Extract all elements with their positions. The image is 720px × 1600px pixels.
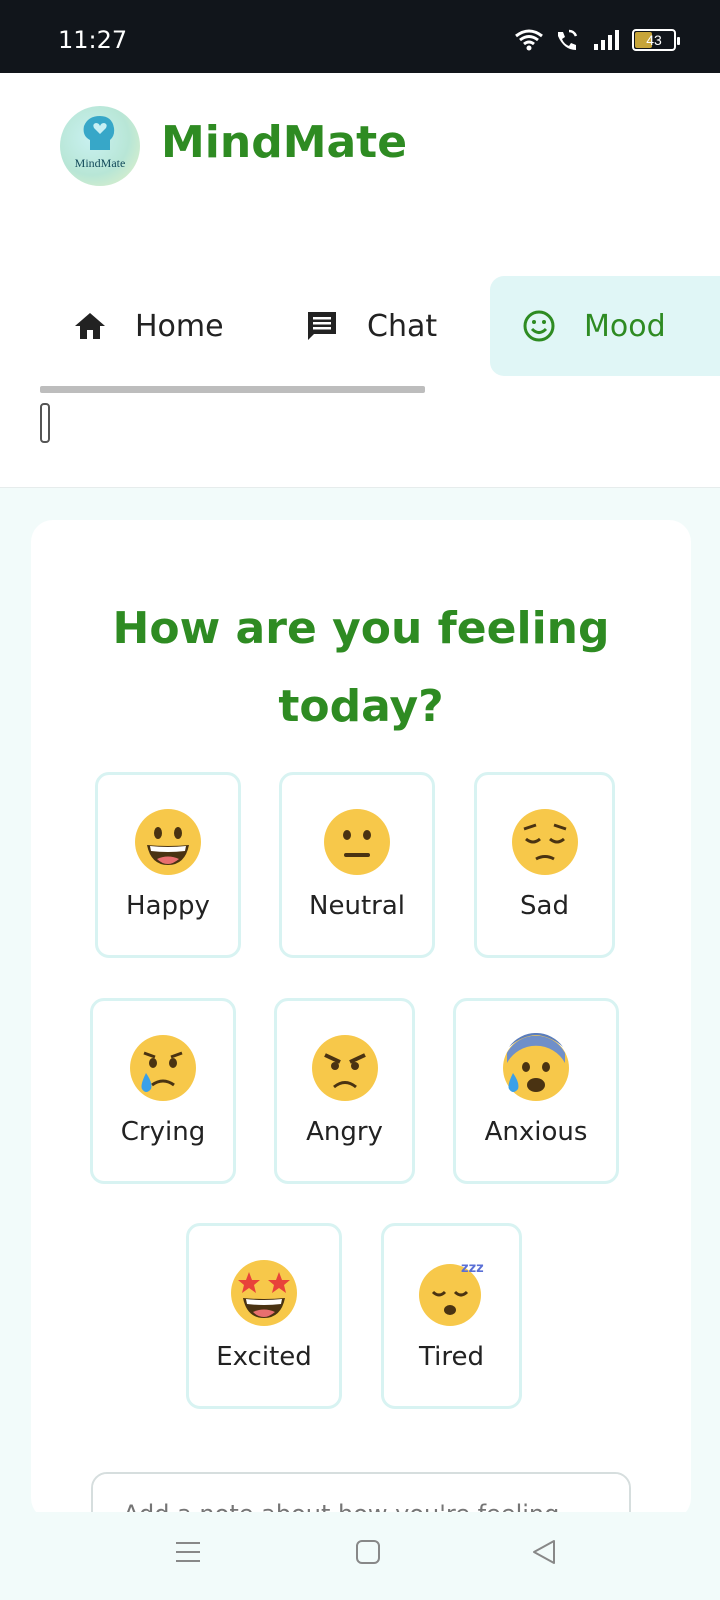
back-icon[interactable] <box>530 1538 558 1566</box>
svg-text:zzz: zzz <box>461 1261 484 1276</box>
wifi-call-icon <box>558 29 578 50</box>
mood-anxious-button[interactable]: Anxious <box>453 998 619 1184</box>
mood-label: Tired <box>419 1342 484 1372</box>
mood-tired-button[interactable]: zzz Tired <box>381 1223 522 1409</box>
signal-icon <box>594 30 619 50</box>
battery-level: 43 <box>646 32 662 48</box>
mood-angry-button[interactable]: Angry <box>274 998 415 1184</box>
system-nav-bar <box>0 1512 720 1600</box>
mood-label: Neutral <box>309 891 405 921</box>
chat-icon <box>308 312 336 340</box>
anxious-face-icon <box>503 1033 569 1101</box>
logo-text: MindMate <box>74 156 126 170</box>
pensive-face-icon <box>511 809 578 875</box>
mood-excited-button[interactable]: Excited <box>186 1223 342 1409</box>
tab-scrollbar[interactable] <box>40 386 425 393</box>
menu-icon[interactable] <box>174 1538 202 1566</box>
app-header: MindMate MindMate Home Chat Mood <box>0 73 720 488</box>
neutral-face-icon <box>324 809 390 875</box>
scroll-handle[interactable] <box>40 403 50 443</box>
wifi-icon <box>515 29 543 51</box>
status-time: 11:27 <box>58 26 128 54</box>
mood-card: How are you feeling today? Happy Neutral <box>31 520 691 1542</box>
status-icons: 43 <box>514 28 680 52</box>
sleeping-face-icon: zzz <box>418 1261 484 1326</box>
mood-label: Happy <box>126 891 210 921</box>
head-heart-icon <box>83 116 115 150</box>
home-icon <box>75 313 105 339</box>
app-logo[interactable]: MindMate <box>60 106 140 186</box>
nav-tabs: Home Chat Mood <box>40 276 720 376</box>
tab-chat[interactable]: Chat <box>305 276 437 376</box>
mood-crying-button[interactable]: Crying <box>90 998 236 1184</box>
app-title: MindMate <box>161 117 408 168</box>
star-struck-face-icon <box>231 1260 297 1326</box>
mood-happy-button[interactable]: Happy <box>95 772 241 958</box>
mood-label: Angry <box>306 1117 383 1147</box>
mood-question: How are you feeling today? <box>112 603 610 732</box>
grinning-face-icon <box>135 809 201 875</box>
tab-mood[interactable]: Mood <box>490 276 720 376</box>
tab-mood-label: Mood <box>584 308 666 344</box>
mood-label: Crying <box>120 1117 206 1147</box>
tab-home-label: Home <box>135 308 224 344</box>
angry-face-icon <box>311 1035 378 1101</box>
tab-chat-label: Chat <box>367 308 438 344</box>
mood-sad-button[interactable]: Sad <box>474 772 615 958</box>
status-bar: 11:27 43 <box>0 0 720 73</box>
mood-neutral-button[interactable]: Neutral <box>279 772 435 958</box>
home-square-icon[interactable] <box>354 1538 382 1566</box>
battery-icon: 43 <box>632 29 680 51</box>
tab-home[interactable]: Home <box>73 276 224 376</box>
mood-label: Excited <box>216 1342 312 1372</box>
smile-icon <box>523 310 555 342</box>
mood-label: Anxious <box>484 1117 588 1147</box>
mood-label: Sad <box>520 891 569 921</box>
crying-face-icon <box>130 1035 196 1101</box>
